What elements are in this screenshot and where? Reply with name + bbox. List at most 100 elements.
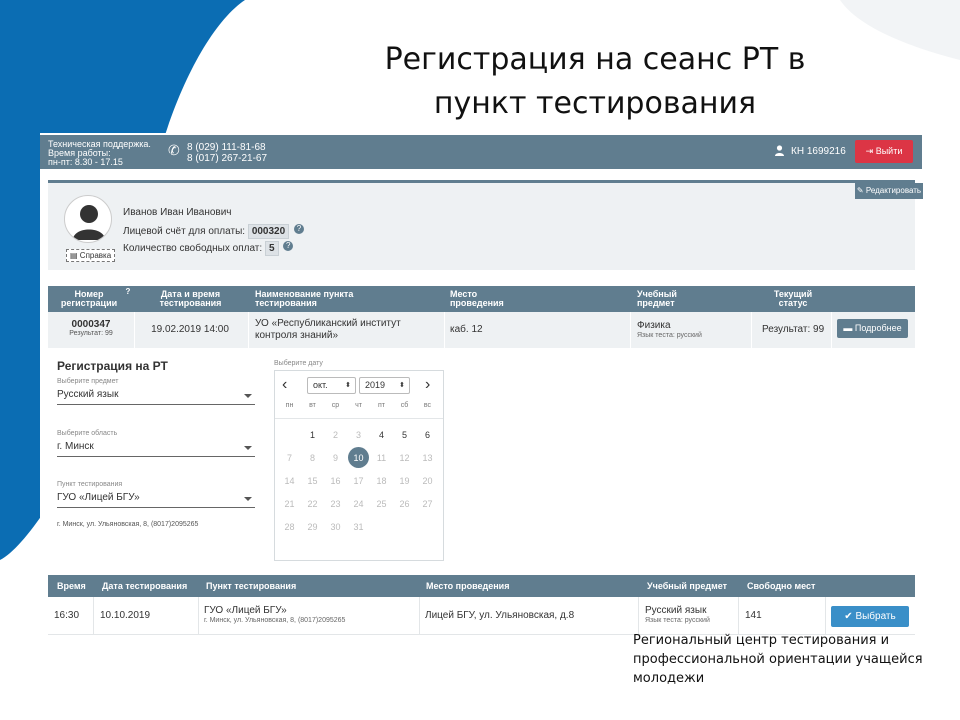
weekday-label: ср (331, 402, 340, 409)
session-point-line2: контроля знаний» (255, 330, 339, 341)
help-button[interactable]: ▤ Справка (66, 249, 116, 262)
pencil-icon: ✎ (856, 186, 864, 195)
weekday-label: пн (285, 402, 294, 409)
column-divider (444, 312, 445, 348)
user-name: Иванов Иван Иванович (123, 207, 232, 218)
calendar-day: 15 (307, 476, 318, 486)
session-subject: Физика Язык теста: русский (637, 321, 702, 341)
user-id: КН 1699216 (791, 146, 846, 157)
point-select[interactable]: ГУО «Лицей БГУ» (57, 490, 255, 508)
logout-button[interactable]: ⇥ Выйти (855, 140, 913, 163)
col-place: Место проведения (450, 289, 504, 308)
chevron-down-icon (244, 446, 252, 450)
help-icon[interactable]: ? (283, 241, 294, 251)
free-payments-value: 5 (264, 241, 279, 256)
edit-profile-button[interactable]: ✎ Редактировать (855, 183, 923, 199)
calendar-day: 9 (332, 453, 338, 463)
slot-time: 16:30 (54, 610, 80, 621)
phone-1[interactable]: 8 (029) 111-81-68 (187, 142, 267, 153)
slot-place: Лицей БГУ, ул. Ульяновская, д.8 (425, 610, 575, 621)
calendar-day: 2 (332, 430, 338, 440)
col-datetime: Дата и время тестирования (159, 289, 222, 308)
col-test-point: Пункт тестирования (206, 581, 297, 591)
calendar-day: 3 (355, 430, 361, 440)
phone-2[interactable]: 8 (017) 267-21-67 (187, 153, 267, 164)
calendar-divider (275, 418, 443, 419)
session-point-line1: УО «Республиканский институт (255, 318, 401, 329)
col-place: Место проведения (426, 581, 510, 591)
column-divider (248, 312, 249, 348)
column-divider (198, 597, 199, 635)
chevron-down-icon (244, 394, 252, 398)
organization-footer: Региональный центр тестирования и профес… (633, 633, 923, 686)
logout-label: Выйти (875, 146, 903, 156)
chevron-right-icon[interactable]: › (425, 377, 430, 393)
profile-card: ✎ Редактировать ▤ Справка Иванов Иван Ив… (48, 180, 923, 270)
calendar-day: 29 (307, 522, 318, 532)
session-subject-name: Физика (637, 320, 671, 331)
updown-icon: ⬍ (345, 382, 351, 389)
reg-result-small: Результат: 99 (69, 330, 113, 337)
slot-free-seats: 141 (745, 610, 762, 621)
calendar-day[interactable]: 6 (416, 425, 439, 445)
month-value: окт. (313, 380, 328, 390)
details-button[interactable]: ▬ Подробнее (837, 319, 908, 338)
subject-label: Выберите предмет (57, 378, 119, 385)
session-subject-lang: Язык теста: русский (637, 332, 702, 339)
calendar-day: 23 (330, 499, 341, 509)
logout-icon: ⇥ (865, 146, 874, 156)
chevron-left-icon[interactable]: ‹ (282, 377, 287, 393)
calendar-day-selected[interactable]: 10 (347, 447, 370, 468)
registration-title: Регистрация на РТ (57, 359, 168, 373)
choose-label: Выбрать (855, 611, 896, 622)
session-datetime: 19.02.2019 14:00 (151, 324, 229, 335)
help-icon[interactable]: ? (123, 287, 133, 297)
help-icon[interactable]: ? (293, 224, 304, 234)
calendar-day: 25 (376, 499, 387, 509)
choose-button[interactable]: ✔ Выбрать (831, 606, 909, 627)
document-icon: ▤ (70, 251, 78, 260)
app-screenshot: Техническая поддержка. Время работы: пн-… (40, 133, 923, 643)
table-row: 16:30 10.10.2019 ГУО «Лицей БГУ» г. Минс… (48, 597, 915, 635)
col-status: Текущий статус (773, 289, 813, 308)
month-select[interactable]: окт. ⬍ (307, 377, 356, 394)
calendar-day: 17 (353, 476, 364, 486)
sessions-table-header: Номер регистрации ? Дата и время тестиро… (48, 286, 915, 312)
weekday-label: вт (309, 402, 316, 409)
year-select[interactable]: 2019 ⬍ (359, 377, 410, 394)
calendar-day: 18 (376, 476, 387, 486)
calendar-day: 26 (399, 499, 410, 509)
subject-select[interactable]: Русский язык (57, 387, 255, 405)
calendar-day: 19 (399, 476, 410, 486)
details-label: Подробнее (854, 323, 902, 333)
updown-icon: ⬍ (399, 382, 405, 389)
calendar-day[interactable]: 5 (393, 425, 416, 445)
weekday-label: чт (355, 402, 362, 409)
phone-icon: ✆ (168, 142, 180, 158)
column-divider (831, 312, 832, 348)
calendar-day: 21 (284, 499, 295, 509)
weekday-label: сб (400, 402, 409, 409)
calendar-day: 8 (309, 453, 315, 463)
calendar-day: 30 (330, 522, 341, 532)
support-info: Техническая поддержка. Время работы: пн-… (48, 140, 151, 167)
calendar-day[interactable]: 4 (370, 425, 393, 445)
column-divider (751, 312, 752, 348)
region-select[interactable]: г. Минск (57, 439, 255, 457)
calendar-day: 14 (284, 476, 295, 486)
reg-number-cell: 0000347 Результат: 99 (52, 319, 130, 337)
column-divider (630, 312, 631, 348)
column-divider (638, 597, 639, 635)
calendar-day: 20 (422, 476, 433, 486)
calendar-day[interactable]: 1 (301, 425, 324, 445)
session-place: каб. 12 (450, 324, 483, 335)
date-label: Выберите дату (274, 360, 323, 367)
slot-subject-lang: Язык теста: русский (645, 617, 710, 624)
slot-subject: Русский язык Язык теста: русский (645, 606, 710, 626)
support-phones: 8 (029) 111-81-68 8 (017) 267-21-67 (187, 142, 267, 164)
col-reg-number: Номер регистрации (60, 289, 118, 308)
column-divider (419, 597, 420, 635)
calendar-day: 11 (376, 453, 387, 463)
table-row: 0000347 Результат: 99 19.02.2019 14:00 У… (48, 312, 915, 348)
point-value: ГУО «Лицей БГУ» (57, 492, 140, 503)
